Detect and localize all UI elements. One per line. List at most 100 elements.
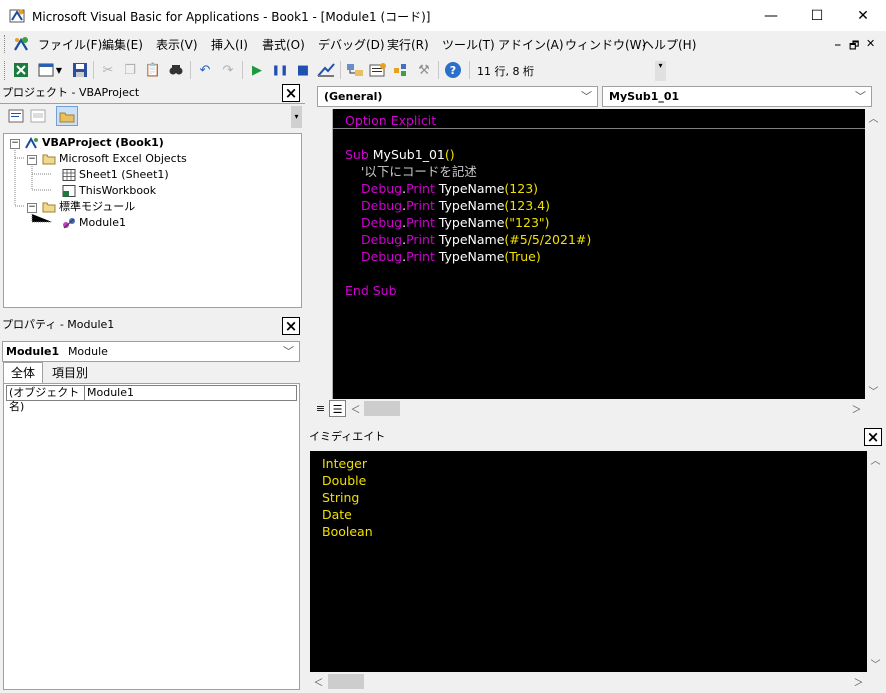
redo-icon[interactable]: ↷: [218, 60, 238, 80]
tree-item-excel-objects[interactable]: Microsoft Excel Objects: [42, 151, 187, 167]
end-sub-line: End Sub: [345, 283, 397, 298]
tree-collapse-toggle[interactable]: −: [27, 155, 37, 165]
mdi-restore-button[interactable]: 🗗: [849, 37, 859, 56]
immediate-pane-close-button[interactable]: ×: [864, 428, 882, 446]
cut-icon[interactable]: ✂: [98, 60, 118, 80]
copy-icon[interactable]: ❐: [120, 60, 140, 80]
immediate-horizontal-scrollbar[interactable]: ＜ ＞: [310, 673, 867, 690]
tree-label-sheet1: Sheet1 (Sheet1): [79, 168, 169, 181]
scroll-down-icon[interactable]: ﹀: [867, 655, 884, 672]
properties-icon[interactable]: [368, 60, 388, 80]
object-dropdown[interactable]: Module1 Module ﹀: [2, 341, 300, 362]
pane-toolbar-options[interactable]: ▾: [291, 106, 302, 128]
paste-icon[interactable]: 📋: [143, 60, 163, 80]
property-name-cell: (オブジェクト名): [6, 385, 84, 413]
scroll-left-icon[interactable]: ＜: [310, 673, 327, 690]
scroll-up-icon[interactable]: ︿: [865, 109, 882, 126]
code-token: Print: [406, 181, 435, 196]
code-token: Debug: [361, 232, 403, 247]
tab-all[interactable]: 全体: [3, 362, 43, 383]
tree-item-module1[interactable]: Module1: [62, 215, 126, 231]
properties-pane-close-button[interactable]: ×: [282, 317, 300, 335]
scroll-down-icon[interactable]: ﹀: [865, 382, 882, 399]
menu-tools[interactable]: ツール(T): [442, 36, 495, 53]
scroll-right-icon[interactable]: ＞: [848, 400, 865, 417]
excel-icon[interactable]: [11, 60, 31, 80]
property-value-cell[interactable]: Module1: [84, 385, 297, 401]
project-explorer-icon[interactable]: [345, 60, 365, 80]
cursor-position: 11 行, 8 桁: [477, 65, 534, 78]
code-token: Print: [406, 215, 435, 230]
toolbar-grip[interactable]: [4, 61, 7, 80]
tree-item-vbaproject[interactable]: VBAProject (Book1): [25, 135, 164, 151]
view-code-icon[interactable]: [8, 109, 24, 123]
menu-debug[interactable]: デバッグ(D): [318, 36, 385, 53]
close-button[interactable]: ✕: [840, 0, 886, 31]
tree-item-thisworkbook[interactable]: ThisWorkbook: [62, 183, 156, 199]
procedure-view-button[interactable]: ≡: [312, 400, 329, 417]
object-browser-icon[interactable]: [391, 60, 411, 80]
mdi-minimize-button[interactable]: _: [835, 33, 841, 46]
code-editor[interactable]: Option Explicit Sub MySub1_01() '以下にコードを…: [333, 109, 865, 399]
object-combo[interactable]: (General) ﹀: [317, 86, 598, 107]
code-token: TypeName: [434, 232, 505, 247]
menu-insert[interactable]: 挿入(I): [211, 36, 248, 53]
chevron-down-icon: ﹀: [283, 345, 294, 358]
vba-menu-icon[interactable]: [12, 35, 30, 53]
minimize-button[interactable]: —: [748, 0, 794, 31]
maximize-button[interactable]: ☐: [794, 0, 840, 31]
menu-run[interactable]: 実行(R): [387, 36, 429, 53]
output-line: Boolean: [322, 524, 373, 539]
toggle-folders-button[interactable]: [56, 106, 78, 126]
undo-icon[interactable]: ↶: [195, 60, 215, 80]
output-line: String: [322, 490, 360, 505]
find-icon[interactable]: [166, 60, 186, 80]
scroll-left-icon[interactable]: ＜: [347, 400, 364, 417]
tree-collapse-toggle[interactable]: −: [27, 203, 37, 213]
immediate-output[interactable]: Integer Double String Date Boolean: [310, 451, 867, 672]
procedure-combo-value: MySub1_01: [609, 90, 680, 103]
design-mode-icon[interactable]: [316, 60, 336, 80]
full-module-view-button[interactable]: ☰: [329, 400, 346, 417]
code-vertical-scrollbar[interactable]: ︿ ﹀: [865, 109, 882, 399]
view-object-icon[interactable]: [30, 109, 46, 123]
code-line: Debug.Print TypeName("123"): [361, 214, 550, 231]
menu-help[interactable]: ヘルプ(H): [642, 36, 696, 53]
menu-grip[interactable]: [4, 35, 7, 53]
scroll-thumb[interactable]: [364, 401, 400, 416]
reset-icon[interactable]: ■: [293, 60, 313, 80]
procedure-combo[interactable]: MySub1_01 ﹀: [602, 86, 872, 107]
vba-app-icon[interactable]: [9, 7, 26, 24]
project-pane-close-button[interactable]: ×: [282, 84, 300, 102]
save-icon[interactable]: [70, 60, 90, 80]
divider: [0, 103, 305, 104]
scroll-right-icon[interactable]: ＞: [850, 673, 867, 690]
code-horizontal-scrollbar[interactable]: ＜ ＞: [347, 400, 865, 417]
toolbox-icon[interactable]: ⚒: [414, 60, 434, 80]
menu-view[interactable]: 表示(V): [156, 36, 198, 53]
code-comment: '以下にコードを記述: [345, 164, 477, 179]
code-token: Print: [406, 198, 435, 213]
scroll-up-icon[interactable]: ︿: [867, 451, 884, 468]
insert-userform-icon[interactable]: [36, 60, 56, 80]
margin-indicator-bar[interactable]: [312, 109, 333, 399]
tree-item-standard-modules[interactable]: 標準モジュール: [42, 199, 135, 215]
mdi-close-button[interactable]: ✕: [866, 37, 875, 50]
dropdown-icon[interactable]: ▼: [54, 60, 64, 80]
menu-window[interactable]: ウィンドウ(W): [565, 36, 646, 53]
properties-pane-title: プロパティ - Module1: [2, 318, 115, 331]
tab-category[interactable]: 項目別: [45, 364, 95, 383]
menu-file[interactable]: ファイル(F): [38, 36, 102, 53]
menu-edit[interactable]: 編集(E): [102, 36, 143, 53]
scroll-thumb[interactable]: [328, 674, 364, 689]
menu-format[interactable]: 書式(O): [262, 36, 305, 53]
toolbar-options-button[interactable]: ▾: [655, 61, 666, 81]
run-icon[interactable]: ▶: [247, 60, 267, 80]
folder-open-icon: [42, 201, 56, 213]
help-icon[interactable]: ?: [443, 60, 463, 80]
tree-item-sheet1[interactable]: Sheet1 (Sheet1): [62, 167, 169, 183]
immediate-vertical-scrollbar[interactable]: ︿ ﹀: [867, 451, 884, 672]
menu-addins[interactable]: アドイン(A): [498, 36, 564, 53]
tree-collapse-toggle[interactable]: −: [10, 139, 20, 149]
break-icon[interactable]: ❚❚: [270, 60, 290, 80]
